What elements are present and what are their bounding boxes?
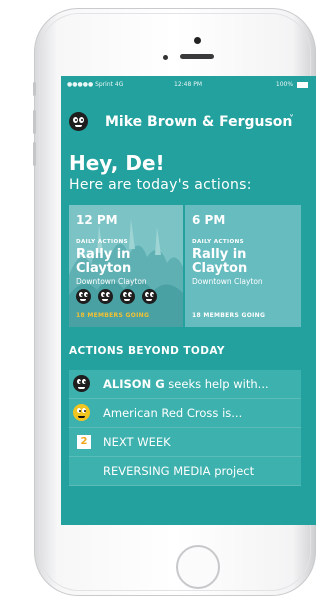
- action-card-rally-evening[interactable]: 6 PM DAILY ACTIONS Rally in Clayton Down…: [185, 205, 301, 327]
- card-category: DAILY ACTIONS: [76, 239, 128, 245]
- greeting-subtitle: Here are today's actions:: [69, 177, 252, 193]
- group-name: Mike Brown & Ferguson: [105, 114, 293, 130]
- volume-down-button[interactable]: [33, 142, 36, 166]
- list-item[interactable]: REVERSING MEDIA project: [69, 457, 301, 486]
- mute-switch[interactable]: [33, 82, 36, 96]
- card-title: Rally in Clayton: [76, 247, 132, 276]
- proximity-sensor: [163, 55, 168, 60]
- member-avatar: [76, 289, 91, 304]
- avatar-icon: [73, 404, 90, 421]
- member-avatar: [98, 289, 113, 304]
- member-avatar: [120, 289, 135, 304]
- list-item-text: REVERSING MEDIA project: [103, 464, 255, 478]
- list-item-text: NEXT WEEK: [103, 435, 171, 449]
- status-bar: ●●●●● Sprint 4G 12:48 PM 100%: [61, 76, 316, 92]
- members-going: 18 MEMBERS GOING: [76, 312, 150, 319]
- home-button[interactable]: [176, 545, 220, 589]
- member-avatar: [142, 289, 157, 304]
- card-time: 12 PM: [76, 213, 118, 227]
- app-screen: ●●●●● Sprint 4G 12:48 PM 100% Mike Brown…: [61, 76, 316, 525]
- card-time: 6 PM: [192, 213, 226, 227]
- card-location: Downtown Clayton: [192, 277, 263, 286]
- chevron-down-icon: ˅: [289, 114, 294, 125]
- status-time: 12:48 PM: [174, 81, 202, 88]
- list-item[interactable]: American Red Cross is...: [69, 399, 301, 428]
- battery-percent: 100%: [275, 81, 294, 88]
- list-item[interactable]: ALISON G seeks help with...: [69, 370, 301, 399]
- front-camera: [194, 37, 201, 44]
- battery-status: 100%: [276, 81, 308, 88]
- card-title: Rally in Clayton: [192, 247, 248, 276]
- calendar-badge-icon: 2: [77, 435, 91, 449]
- list-item-text: American Red Cross is...: [103, 406, 243, 420]
- beyond-today-list: ALISON G seeks help with... American Red…: [69, 370, 301, 486]
- list-item-date-header: 2 NEXT WEEK: [69, 428, 301, 457]
- section-heading-beyond-today: ACTIONS BEYOND TODAY: [69, 345, 225, 357]
- avatar-icon: [73, 375, 90, 392]
- battery-icon: [297, 81, 308, 88]
- carrier-signal: ●●●●● Sprint 4G: [67, 81, 124, 88]
- group-avatar: [69, 112, 88, 131]
- list-item-text: ALISON G seeks help with...: [103, 377, 269, 391]
- card-category: DAILY ACTIONS: [192, 239, 244, 245]
- greeting-title: Hey, De!: [69, 151, 165, 175]
- card-location: Downtown Clayton: [76, 277, 147, 286]
- group-selector[interactable]: Mike Brown & Ferguson ˅: [69, 112, 309, 134]
- member-avatars: [76, 289, 183, 305]
- volume-up-button[interactable]: [33, 110, 36, 134]
- action-card-rally-noon[interactable]: 12 PM DAILY ACTIONS Rally in Clayton Dow…: [69, 205, 183, 327]
- members-going: 18 MEMBERS GOING: [192, 312, 266, 319]
- earpiece-speaker: [180, 54, 214, 59]
